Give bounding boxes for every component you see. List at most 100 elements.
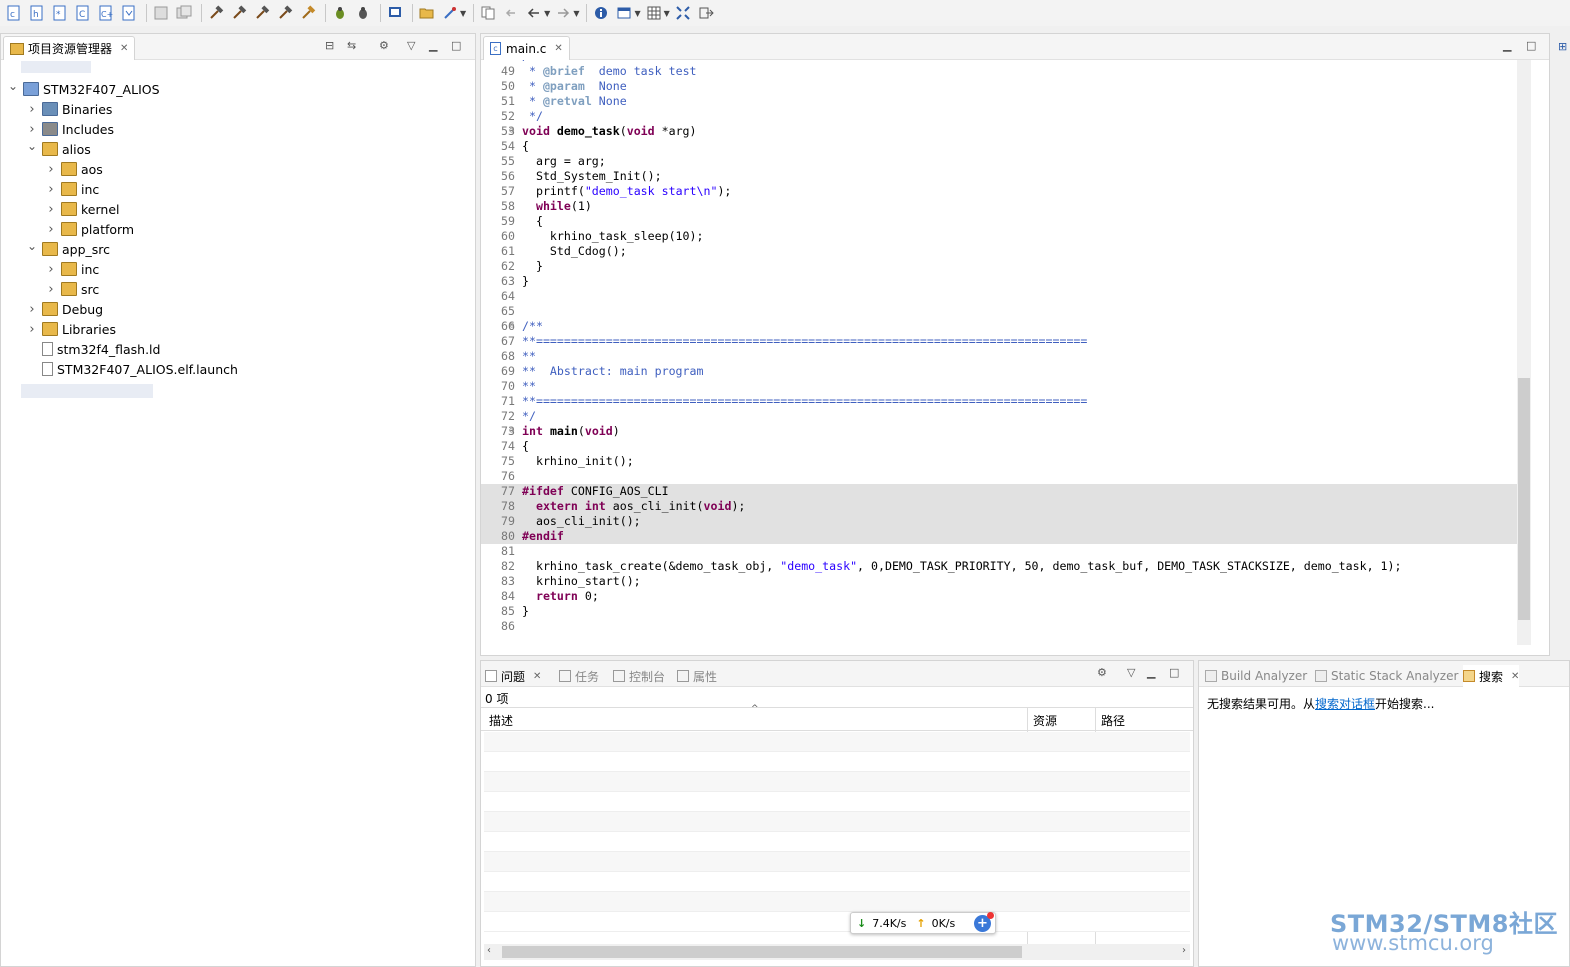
new-file-icon[interactable]: * (50, 3, 70, 23)
horizontal-scrollbar[interactable] (521, 643, 1517, 655)
code-line[interactable]: 60 krhino_task_sleep(10); (481, 229, 1519, 244)
close-icon[interactable]: ✕ (120, 43, 128, 54)
tree-item[interactable]: › inc (45, 259, 99, 279)
build-all-icon[interactable] (229, 3, 249, 23)
forward-arrow-icon[interactable] (553, 3, 573, 23)
tree-item[interactable]: › Debug (26, 299, 103, 319)
tab-stack-analyzer[interactable]: Static Stack Analyzer (1315, 665, 1458, 687)
open-folder-icon[interactable] (417, 3, 437, 23)
window-dropdown-icon[interactable]: ▼ (634, 9, 640, 18)
tree-item[interactable]: › platform (45, 219, 134, 239)
back-arrow-icon[interactable] (524, 3, 544, 23)
tree-item[interactable]: ⌄ alios (26, 139, 91, 159)
code-line[interactable]: 67 **====================================… (481, 334, 1519, 349)
minimize-icon[interactable]: ▁ (1503, 39, 1511, 52)
run-external-dropdown-icon[interactable]: ▼ (460, 9, 466, 18)
code-line[interactable]: 83 krhino_start(); (481, 574, 1519, 589)
tab-build-analyzer[interactable]: Build Analyzer (1205, 665, 1307, 687)
code-line[interactable]: 65 (481, 304, 1519, 319)
plus-icon[interactable]: + (974, 912, 994, 932)
forward-dropdown-icon[interactable]: ▼ (573, 9, 579, 18)
tab-tasks[interactable]: 任务 (559, 665, 599, 687)
new-c-source-icon[interactable]: c (4, 3, 24, 23)
chevron-right-icon[interactable]: › (45, 262, 57, 277)
code-line[interactable]: 68 ** (481, 349, 1519, 364)
exit-icon[interactable] (696, 3, 716, 23)
scroll-left-icon[interactable]: ‹ (487, 945, 491, 956)
code-line[interactable]: 79 aos_cli_init(); (481, 514, 1519, 529)
code-line[interactable]: 59 { (481, 214, 1519, 229)
code-line[interactable]: 49 * @brief demo task test (481, 64, 1519, 79)
info-icon[interactable] (591, 3, 611, 23)
search-dialog-link[interactable]: 搜索对话框 (1315, 697, 1375, 711)
code-line[interactable]: 74 { (481, 439, 1519, 454)
outline-restore-icon[interactable]: ⊞ (1558, 40, 1567, 53)
code-line[interactable]: 55 arg = arg; (481, 154, 1519, 169)
scroll-right-icon[interactable]: › (1182, 945, 1186, 956)
tab-search[interactable]: 搜索 ✕ (1463, 665, 1520, 687)
code-line[interactable]: 80 #endif (481, 529, 1519, 544)
code-line[interactable]: 50 * @param None (481, 79, 1519, 94)
chevron-right-icon[interactable]: › (26, 302, 38, 317)
layout-dropdown-icon[interactable]: ▼ (664, 9, 670, 18)
build-config-icon[interactable] (298, 3, 318, 23)
code-line[interactable]: 56 Std_System_Init(); (481, 169, 1519, 184)
debug-config-icon[interactable] (353, 3, 373, 23)
link-editor-icon[interactable]: ⇆ (347, 39, 356, 52)
code-line[interactable]: 71 **====================================… (481, 394, 1519, 409)
code-line[interactable]: 77 #ifdef CONFIG_AOS_CLI (481, 484, 1519, 499)
window-icon[interactable] (614, 3, 634, 23)
tree-item[interactable]: › src (45, 279, 99, 299)
save-all-icon[interactable] (174, 3, 194, 23)
tree-item[interactable]: › Includes (26, 119, 114, 139)
code-line[interactable]: 62 } (481, 259, 1519, 274)
collapse-all-icon[interactable]: ⊟ (325, 39, 334, 52)
tree-item[interactable]: ⌄ STM32F407_ALIOS (7, 79, 160, 99)
layout-grid-icon[interactable] (644, 3, 664, 23)
tree-item[interactable]: › kernel (45, 199, 119, 219)
chevron-down-icon[interactable]: ⌄ (26, 139, 38, 153)
maximize-panel-icon[interactable]: □ (451, 39, 461, 52)
chevron-right-icon[interactable]: › (45, 202, 57, 217)
code-line[interactable]: 70 ** (481, 379, 1519, 394)
chevron-down-icon[interactable]: ⌄ (7, 79, 19, 93)
maximize-icon[interactable] (673, 3, 693, 23)
chevron-right-icon[interactable]: › (45, 282, 57, 297)
compare-icon[interactable] (478, 3, 498, 23)
import-icon[interactable] (119, 3, 139, 23)
horizontal-scrollbar[interactable]: ‹ › (484, 944, 1190, 960)
code-line[interactable]: 58 while(1) (481, 199, 1519, 214)
code-line[interactable]: 57 printf("demo_task start\n"); (481, 184, 1519, 199)
build-hammer-icon[interactable] (206, 3, 226, 23)
new-header-icon[interactable]: h (27, 3, 47, 23)
rebuild-icon[interactable] (252, 3, 272, 23)
code-line[interactable]: 73 ⊖ int main(void) (481, 424, 1519, 439)
chevron-right-icon[interactable]: › (45, 182, 57, 197)
code-area[interactable]: 48/49 * @brief demo task test50 * @param… (481, 60, 1519, 645)
column-description[interactable]: 描述 (489, 712, 513, 729)
code-line[interactable]: 66 ⊖/** (481, 319, 1519, 334)
tab-problems[interactable]: 问题 ✕ (485, 665, 541, 687)
tree-item[interactable]: STM32F407_ALIOS.elf.launch (26, 359, 238, 379)
maximize-panel-icon[interactable]: □ (1169, 666, 1179, 679)
view-menu-icon[interactable]: ▽ (407, 39, 415, 52)
clean-icon[interactable] (275, 3, 295, 23)
new-cpp-icon[interactable]: C+ (96, 3, 116, 23)
scroll-thumb[interactable] (502, 946, 1022, 958)
code-line[interactable]: 69 ** Abstract: main program (481, 364, 1519, 379)
code-line[interactable]: 52 */ (481, 109, 1519, 124)
code-line[interactable]: 78 extern int aos_cli_init(void); (481, 499, 1519, 514)
tree-item[interactable]: ⌄ app_src (26, 239, 110, 259)
code-line[interactable]: 72 */ (481, 409, 1519, 424)
chevron-right-icon[interactable]: › (26, 102, 38, 117)
code-line[interactable]: 54 { (481, 139, 1519, 154)
code-line[interactable]: 53 ⊖ void demo_task(void *arg) (481, 124, 1519, 139)
save-icon[interactable] (151, 3, 171, 23)
tab-console[interactable]: 控制台 (613, 665, 665, 687)
fold-icon[interactable]: ⊖ (509, 424, 514, 439)
code-line[interactable]: 64 (481, 289, 1519, 304)
code-line[interactable]: 84 return 0; (481, 589, 1519, 604)
code-line[interactable]: 85} (481, 604, 1519, 619)
chevron-down-icon[interactable]: ⌄ (26, 239, 38, 253)
tab-properties[interactable]: 属性 (677, 665, 717, 687)
